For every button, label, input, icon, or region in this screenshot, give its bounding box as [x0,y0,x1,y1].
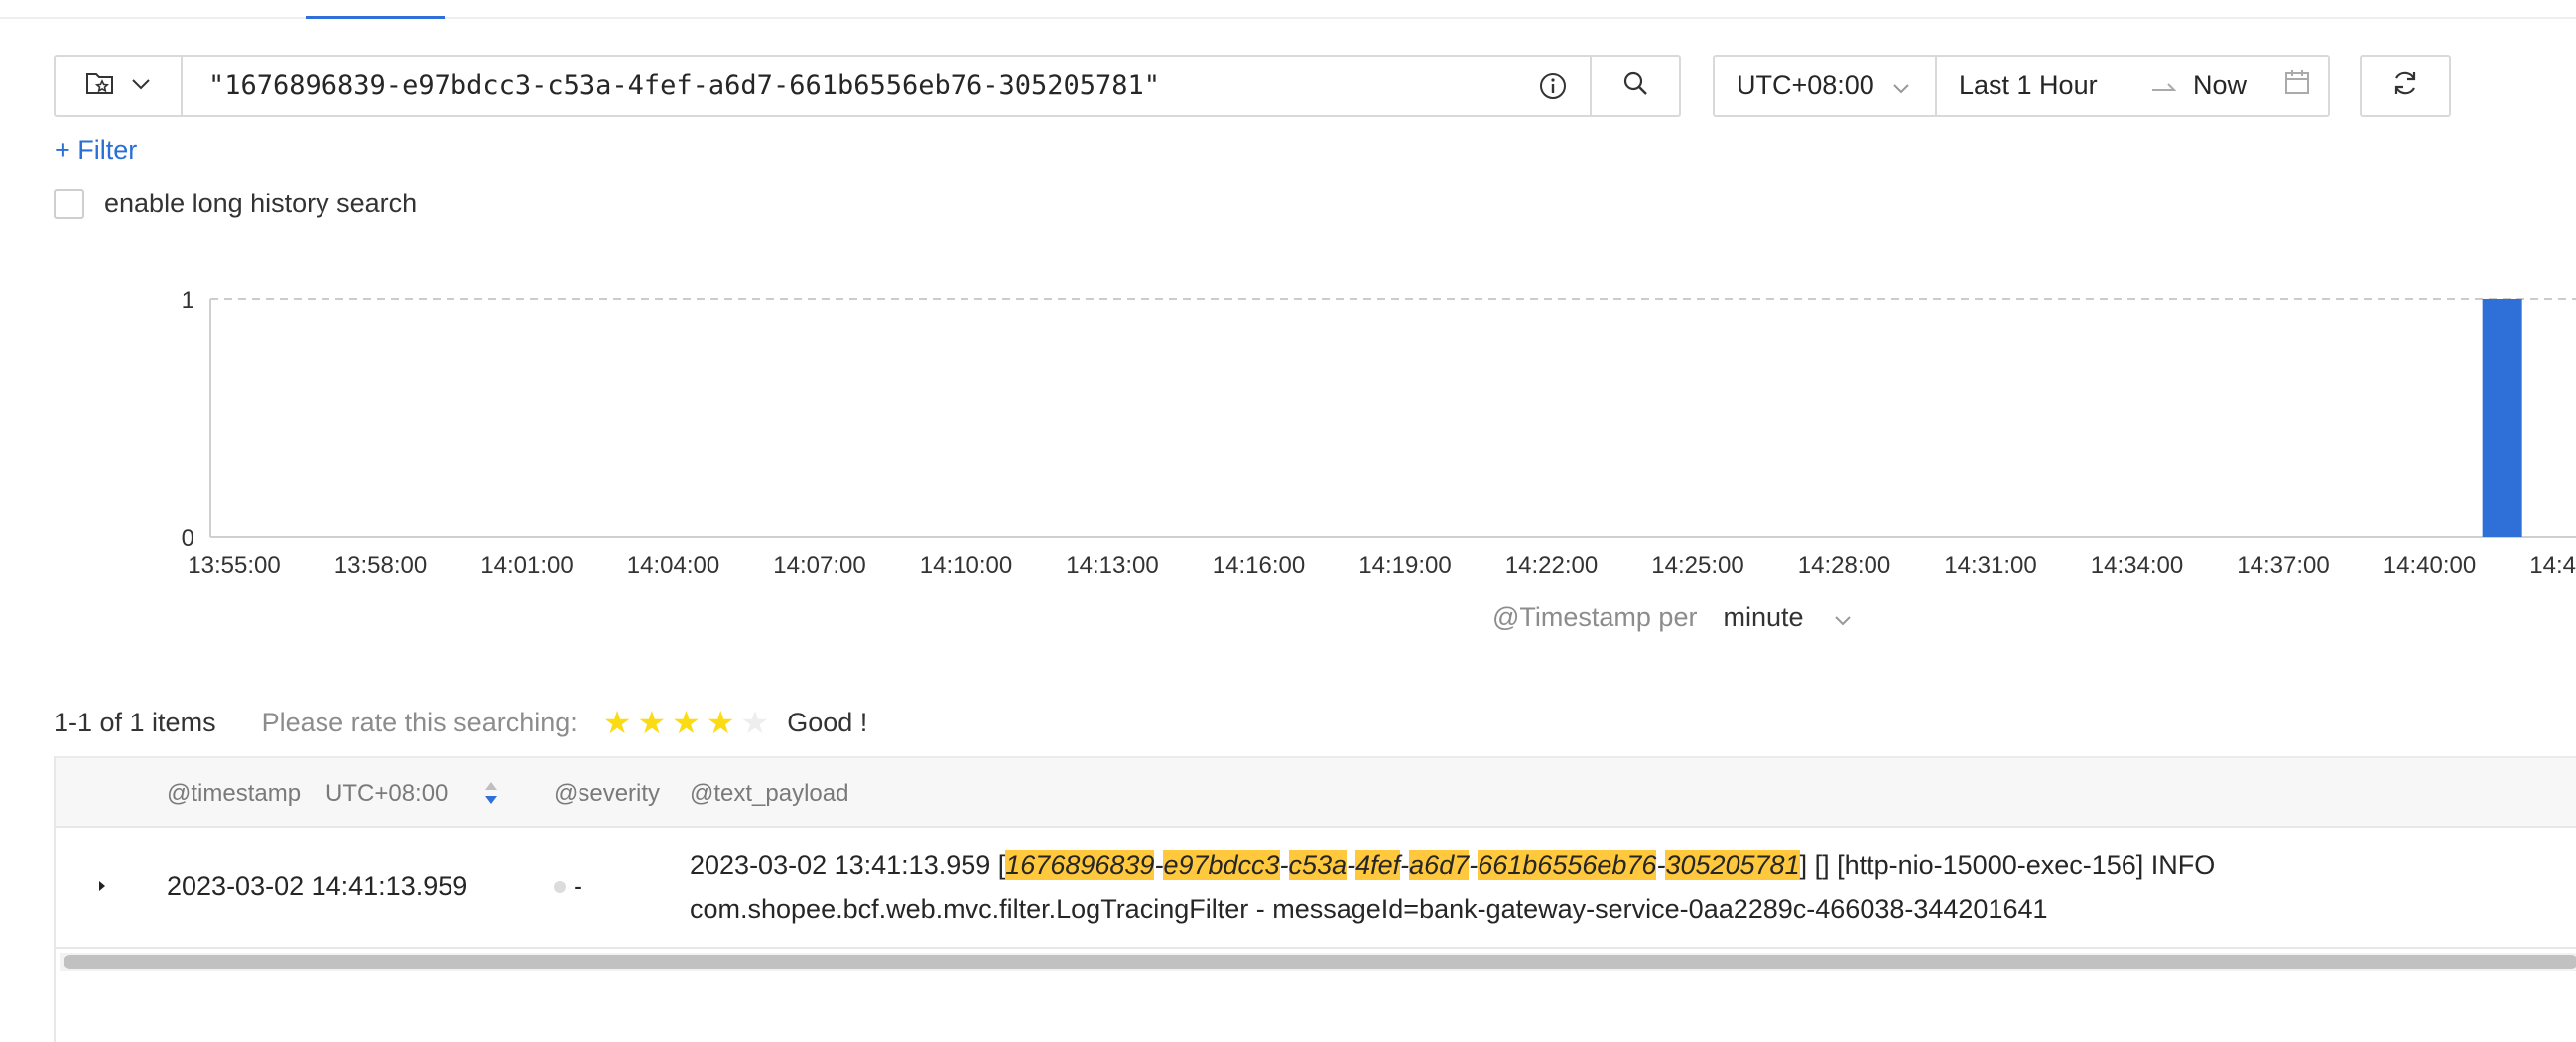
tab-strip [0,0,2576,19]
y-tick-label: 1 [182,287,194,314]
histogram-bar [2482,299,2522,537]
results-table: @timestamp UTC+08:00 @severity @text_pay… [54,756,2576,1042]
payload-prefix: 2023-03-02 13:41:13.959 [ [690,850,1006,880]
x-tick-label: 14:43:00 [2529,552,2576,579]
column-header-timezone: UTC+08:00 [325,780,449,807]
star-filled-icon[interactable]: ★ [603,707,632,738]
refresh-icon [2390,68,2420,103]
star-empty-icon[interactable]: ★ [741,707,770,738]
x-tick-label: 14:31:00 [1944,552,2036,579]
x-tick-label: 14:07:00 [773,552,865,579]
time-range-picker: UTC+08:00 Last 1 Hour Now [1713,55,2330,117]
x-tick-label: 14:13:00 [1066,552,1158,579]
highlight-segment: 4fef [1355,850,1401,880]
severity-dot-icon [554,880,566,893]
column-header-timestamp[interactable]: @timestamp [167,780,301,808]
rating-text: Good ! [787,707,868,737]
trace-separator: - [1279,850,1289,880]
highlight-segment: c53a [1288,850,1348,880]
chevron-down-icon [1834,602,1852,633]
column-header-payload[interactable]: @text_payload [690,780,848,808]
star-filled-icon[interactable]: ★ [672,707,701,738]
x-tick-label: 14:01:00 [480,552,573,579]
highlight-segment: 1676896839 [1005,850,1155,880]
search-input[interactable] [183,57,1516,115]
range-end[interactable]: Now [2193,70,2276,101]
sort-icon[interactable] [483,778,499,815]
long-history-toggle: enable long history search [54,189,417,219]
highlight-segment: 661b6556eb76 [1478,850,1657,880]
x-tick-label: 13:58:00 [334,552,427,579]
star-filled-icon[interactable]: ★ [637,707,666,738]
payload-suffix: ] [] [http-nio-15000-exec-156] INFO [1799,850,2216,880]
range-start[interactable]: Last 1 Hour [1937,70,2135,101]
highlight-segment: 305205781 [1665,850,1800,880]
timezone-select[interactable]: UTC+08:00 [1715,57,1937,115]
saved-queries-button[interactable] [56,57,183,115]
add-filter-link[interactable]: + Filter [55,135,137,166]
chevron-down-icon [131,77,151,95]
timezone-value: UTC+08:00 [1737,70,1874,100]
star-filled-icon[interactable]: ★ [707,707,735,738]
search-button[interactable] [1590,57,1679,115]
x-tick-label: 14:16:00 [1213,552,1305,579]
histogram-svg: 0 1 13:55:00 13:58:00 14:01:00 14:04:00 14:07:… [182,287,2576,579]
interval-select[interactable]: minute [1723,602,1851,633]
trace-separator: - [1469,850,1479,880]
results-count: 1-1 of 1 items [54,707,216,737]
aggregation-row: @Timestamp per minute [1492,602,1852,633]
interval-value: minute [1723,602,1804,632]
long-history-label: enable long history search [104,189,418,218]
highlight-segment: a6d7 [1409,850,1470,880]
x-tick-label: 14:37:00 [2237,552,2329,579]
long-history-checkbox[interactable] [54,189,84,219]
expand-row-icon[interactable] [95,871,109,902]
horizontal-scrollbar [60,953,2576,971]
rating-label: Please rate this searching: [261,707,578,737]
table-row[interactable]: 2023-03-02 14:41:13.959 - 2023-03-02 13:… [56,828,2576,949]
trace-id-highlight: 1676896839-e97bdcc3-c53a-4fef-a6d7-661b6… [1005,850,1800,880]
x-tick-label: 14:10:00 [920,552,1012,579]
x-tick-label: 14:04:00 [627,552,719,579]
search-bar [54,55,1681,117]
results-summary: 1-1 of 1 items Please rate this searchin… [54,705,867,740]
info-icon[interactable] [1516,57,1590,115]
x-tick-label: 14:28:00 [1798,552,1890,579]
payload-line-2: com.shopee.bcf.web.mvc.filter.LogTracing… [690,894,2048,924]
x-tick-label: 14:34:00 [2091,552,2183,579]
aggregation-label: @Timestamp per [1492,602,1698,632]
cell-timestamp: 2023-03-02 14:41:13.959 [167,871,468,901]
chevron-down-icon [1892,70,1910,101]
x-tick-label: 14:22:00 [1505,552,1598,579]
rating-stars: ★ ★ ★ ★ ★ [603,707,769,738]
highlight-segment: e97bdcc3 [1163,850,1280,880]
trace-separator: - [1400,850,1410,880]
arrow-right-icon [2135,70,2193,101]
table-header: @timestamp UTC+08:00 @severity @text_pay… [56,756,2576,828]
refresh-button[interactable] [2360,55,2451,117]
y-tick-label: 0 [182,525,194,552]
severity-value: - [574,871,582,901]
cell-payload: 2023-03-02 13:41:13.959 [1676896839-e97b… [690,844,2575,931]
x-tick-label: 13:55:00 [188,552,280,579]
cell-severity: - [554,871,582,902]
histogram-chart: 0 1 13:55:00 13:58:00 14:01:00 14:04:00 14:07:… [0,268,2576,645]
x-tick-label: 14:19:00 [1358,552,1451,579]
folder-star-icon [85,70,115,101]
trace-separator: - [1347,850,1356,880]
column-header-severity[interactable]: @severity [554,780,660,808]
active-tab-indicator [306,16,445,19]
calendar-icon[interactable] [2284,69,2310,102]
search-icon [1621,69,1649,102]
scrollbar-thumb[interactable] [64,955,2576,969]
x-tick-label: 14:40:00 [2383,552,2476,579]
x-tick-label: 14:25:00 [1651,552,1743,579]
payload-line-1: 2023-03-02 13:41:13.959 [1676896839-e97b… [690,844,2575,887]
